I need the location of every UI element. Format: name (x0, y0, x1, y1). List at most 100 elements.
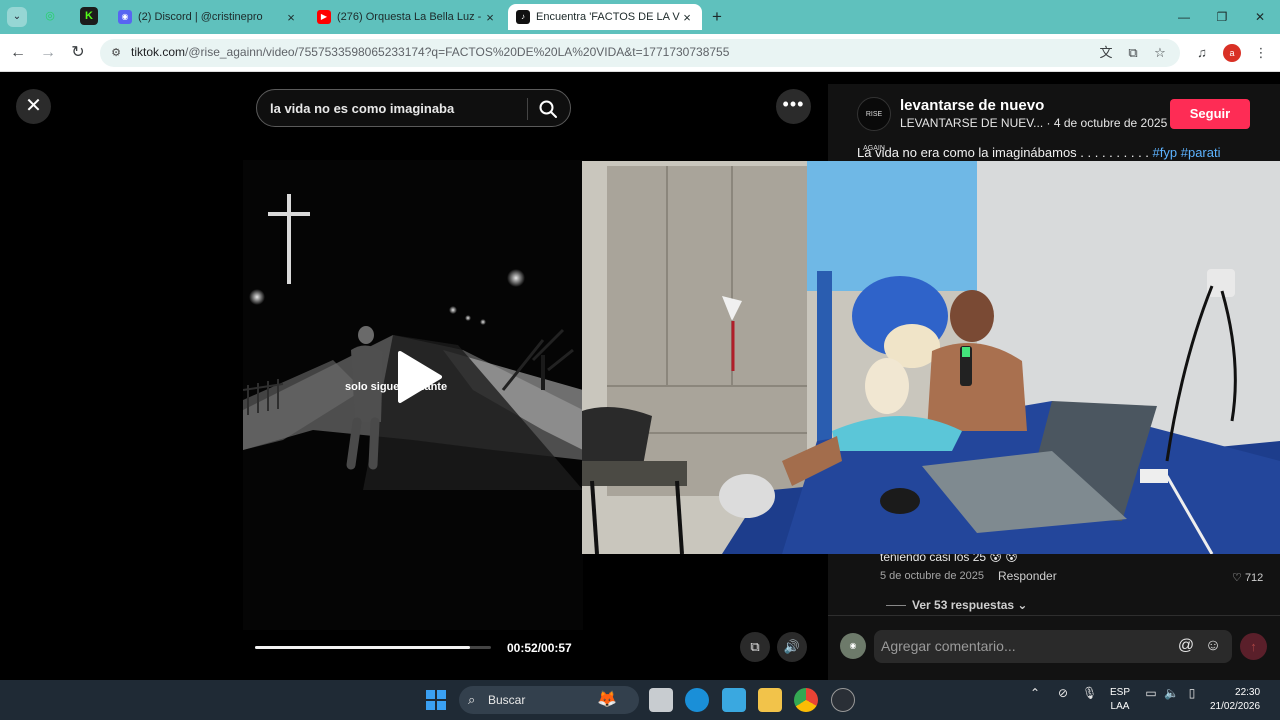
tab-search-chevron-icon[interactable]: ⌄ (7, 7, 27, 27)
video-caption: La vida no era como la imaginábamos . . … (857, 145, 1220, 160)
search-icon: ⌕ (468, 692, 476, 707)
comment-placeholder: Agregar comentario... (881, 638, 1016, 654)
youtube-icon: ▶ (317, 10, 331, 24)
site-info-icon[interactable]: ⚙ (108, 45, 124, 61)
comment-like-button[interactable]: ♡ 712 (1232, 571, 1263, 584)
bookmark-star-icon[interactable]: ☆ (1151, 45, 1169, 61)
profile-avatar[interactable]: a (1223, 44, 1241, 62)
comment-date: 5 de octubre de 2025 (880, 570, 984, 582)
tab-tiktok[interactable]: ♪ Encuentra 'FACTOS DE LA VIDA × (508, 4, 702, 30)
start-windows-icon[interactable] (426, 690, 446, 710)
tray-mic-icon[interactable]: 🎙 (1082, 686, 1097, 700)
url-host: tiktok.com (131, 45, 186, 59)
my-avatar[interactable]: ◉ (840, 633, 866, 659)
author-nickname[interactable]: LEVANTARSE DE NUEV... (900, 116, 1043, 130)
file-explorer-icon[interactable] (758, 688, 782, 712)
tab-close-icon[interactable]: × (284, 10, 298, 25)
taskbar-clock[interactable]: 22:30 21/02/2026 (1210, 686, 1260, 714)
search-divider (527, 98, 528, 120)
media-controls-icon[interactable]: ♫ (1193, 44, 1211, 62)
whatsapp-pinned-tab-icon[interactable]: ◎ (41, 7, 59, 25)
tray-network-off-icon[interactable]: ⊘ (1055, 686, 1071, 700)
pip-icon[interactable]: ⧉ (740, 632, 770, 662)
browser-toolbar: ← → ↻ ⚙ tiktok.com/@rise_againn/video/75… (0, 34, 1280, 72)
search-highlight-icon: 🦊 (597, 691, 617, 708)
new-tab-button[interactable]: + (708, 8, 726, 26)
search-input[interactable]: la vida no es como imaginaba (270, 101, 454, 116)
language-code: ESP (1110, 687, 1131, 698)
discord-icon: ◉ (118, 10, 132, 24)
tray-chevron-icon[interactable]: ⌃ (1028, 686, 1042, 700)
tray-battery-icon[interactable]: ▯ (1184, 686, 1200, 700)
video-time: 00:52/00:57 (507, 641, 572, 655)
follow-button[interactable]: Seguir (1170, 99, 1250, 129)
search-icon[interactable] (538, 99, 558, 119)
send-comment-button[interactable]: ↑ (1240, 633, 1267, 660)
video-progress-bar[interactable] (255, 646, 491, 649)
comment-reply-button[interactable]: Responder (998, 569, 1057, 583)
minimize-icon[interactable]: — (1174, 8, 1194, 26)
taskbar-search[interactable]: ⌕ Buscar 🦊 (459, 686, 639, 714)
tab-title: (276) Orquesta La Bella Luz - La (337, 11, 483, 23)
view-replies-label: Ver 53 respuestas (912, 598, 1015, 612)
back-icon[interactable]: ← (8, 43, 28, 63)
webcam-room-scene (582, 161, 1280, 554)
menu-kebab-icon[interactable]: ⋮ (1252, 44, 1270, 62)
heart-icon: ♡ (1232, 572, 1242, 584)
taskbar-search-label: Buscar (488, 693, 526, 707)
obs-icon[interactable] (831, 688, 855, 712)
post-date: 4 de octubre de 2025 (1053, 116, 1168, 130)
view-replies-button[interactable]: Ver 53 respuestas ⌄ (886, 598, 1027, 612)
screen: ⌄ ◎ K ◉ (2) Discord | @cristinepro × ▶ (… (0, 0, 1280, 720)
keyboard-layout: LAA (1110, 701, 1130, 712)
forward-icon[interactable]: → (38, 43, 58, 63)
address-bar[interactable]: ⚙ tiktok.com/@rise_againn/video/75575335… (100, 39, 1180, 67)
search-bar[interactable]: la vida no es como imaginaba (256, 89, 571, 127)
close-video-button[interactable]: ✕ (16, 89, 51, 124)
video-subtitle: solo sigue adelante (345, 381, 448, 393)
tray-display-icon[interactable]: ▭ (1144, 686, 1158, 700)
video-progress-fill (255, 646, 471, 649)
install-app-icon[interactable]: ⧉ (1124, 45, 1142, 61)
comment-input[interactable]: Agregar comentario... @ ☺ (874, 630, 1232, 663)
tray-volume-icon[interactable]: 🔈 (1164, 686, 1179, 700)
kick-pinned-tab-icon[interactable]: K (80, 7, 98, 25)
webcam-overlay (582, 161, 1280, 554)
restore-icon[interactable]: ❐ (1212, 8, 1232, 26)
reload-icon[interactable]: ↻ (68, 43, 88, 63)
tab-title: (2) Discord | @cristinepro (138, 11, 263, 23)
tiktok-icon: ♪ (516, 10, 530, 24)
arrow-up-icon: ↑ (1250, 639, 1257, 654)
window-close-icon[interactable]: ✕ (1250, 8, 1270, 26)
edge-icon[interactable] (685, 688, 709, 712)
volume-icon[interactable]: 🔊 (777, 632, 807, 662)
mention-icon[interactable]: @ (1176, 636, 1196, 656)
address-url[interactable]: tiktok.com/@rise_againn/video/7557533598… (131, 45, 729, 59)
clock-time: 22:30 (1235, 687, 1261, 698)
play-icon[interactable] (396, 350, 442, 404)
url-path: /@rise_againn/video/7557533598065233174?… (185, 45, 730, 59)
author-subline: LEVANTARSE DE NUEV... · 4 de octubre de … (900, 116, 1168, 130)
chevron-down-icon: ⌄ (1017, 598, 1028, 612)
emoji-icon[interactable]: ☺ (1203, 636, 1223, 656)
tab-close-icon[interactable]: × (680, 10, 694, 25)
tab-close-icon[interactable]: × (483, 10, 497, 25)
tab-discord[interactable]: ◉ (2) Discord | @cristinepro × (110, 4, 306, 30)
task-view-icon[interactable] (649, 688, 673, 712)
caption-hashtags[interactable]: #fyp #parati (1153, 145, 1221, 160)
tab-youtube[interactable]: ▶ (276) Orquesta La Bella Luz - La × (309, 4, 505, 30)
browser-tab-bar: ⌄ ◎ K ◉ (2) Discord | @cristinepro × ▶ (… (0, 0, 1280, 34)
replies-line (886, 605, 906, 607)
panel-divider (828, 615, 1280, 616)
author-name[interactable]: levantarse de nuevo (900, 97, 1044, 114)
author-avatar[interactable]: RISE AGAIN (857, 97, 891, 152)
comment-like-count: 712 (1244, 572, 1264, 584)
language-indicator[interactable]: ESP LAA (1110, 686, 1130, 714)
more-options-button[interactable]: ••• (776, 89, 811, 124)
tab-title: Encuentra 'FACTOS DE LA VIDA (536, 11, 680, 23)
clock-date: 21/02/2026 (1210, 701, 1261, 712)
caption-text: La vida no era como la imaginábamos . . … (857, 145, 1149, 160)
chrome-icon[interactable] (794, 688, 818, 712)
translate-icon[interactable]: 文 (1097, 45, 1115, 61)
store-icon[interactable] (722, 688, 746, 712)
